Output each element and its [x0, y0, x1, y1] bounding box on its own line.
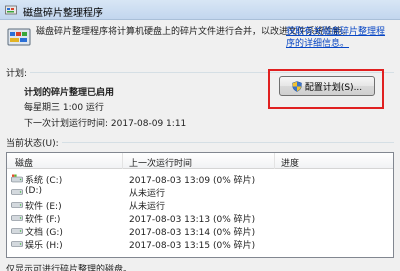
help-link-line2[interactable]: 序的详细信息。 [286, 39, 349, 49]
disk-list[interactable]: 磁盘 上一次运行时间 进度 系统 (C:) 2017-08-03 13:09 (… [6, 152, 394, 258]
table-row[interactable]: 娱乐 (H:) 2017-08-03 13:15 (0% 碎片) [7, 237, 393, 251]
table-row[interactable]: 文档 (G:) 2017-08-03 13:14 (0% 碎片) [7, 224, 393, 238]
window-title: 磁盘碎片整理程序 [23, 8, 103, 19]
defrag-header-icon [7, 28, 31, 46]
system-drive-icon [11, 174, 23, 183]
table-row[interactable]: (D:) 从未运行 [7, 185, 393, 199]
disk-list-header: 磁盘 上一次运行时间 进度 [7, 153, 393, 169]
schedule-next-run: 下一次计划运行时间: 2017-08-09 1:11 [24, 119, 187, 129]
table-row[interactable]: 软件 (F:) 2017-08-03 13:13 (0% 碎片) [7, 211, 393, 225]
schedule-section-label: 计划: [6, 69, 28, 79]
defrag-app-icon [5, 5, 17, 15]
drive-icon [11, 215, 23, 221]
drive-icon [11, 202, 23, 208]
column-header-last-run[interactable]: 上一次运行时间 [129, 156, 192, 169]
table-row[interactable]: 系统 (C:) 2017-08-03 13:09 (0% 碎片) [7, 172, 393, 186]
help-link[interactable]: 获取有关磁盘碎片整理程 序的详细信息。 [286, 26, 398, 50]
configure-schedule-button[interactable]: 配置计划(S)... [279, 76, 375, 96]
help-link-line1[interactable]: 获取有关磁盘碎片整理程 [286, 27, 385, 37]
schedule-status: 计划的碎片整理已启用 [24, 88, 115, 98]
uac-shield-icon [292, 80, 302, 92]
configure-schedule-label: 配置计划(S)... [304, 82, 363, 93]
drive-icon [11, 241, 23, 247]
disk-last-run: 2017-08-03 13:15 (0% 碎片) [129, 241, 256, 251]
disk-name: 娱乐 (H:) [25, 241, 63, 251]
current-status-label: 当前状态(U): [6, 139, 59, 149]
drive-icon [11, 228, 23, 234]
column-header-disk[interactable]: 磁盘 [15, 156, 33, 169]
footer-note: 仅显示可进行碎片整理的磁盘。 [6, 265, 133, 271]
table-row[interactable]: 软件 (E:) 从未运行 [7, 198, 393, 212]
description-text: 磁盘碎片整理程序将计算机硬盘上的碎片文件进行合并，以改进文件系统性能。 [36, 27, 352, 37]
column-divider[interactable] [274, 153, 275, 169]
disk-name: (D:) [25, 186, 42, 196]
drive-icon [11, 189, 23, 195]
column-divider[interactable] [122, 153, 123, 169]
column-header-progress[interactable]: 进度 [281, 156, 299, 169]
schedule-run-time: 每星期三 1:00 运行 [24, 103, 104, 113]
status-separator [62, 142, 394, 143]
header-area: 磁盘碎片整理程序将计算机硬盘上的碎片文件进行合并，以改进文件系统性能。 获取有关… [0, 20, 400, 57]
title-bar[interactable]: 磁盘碎片整理程序 [0, 0, 400, 20]
